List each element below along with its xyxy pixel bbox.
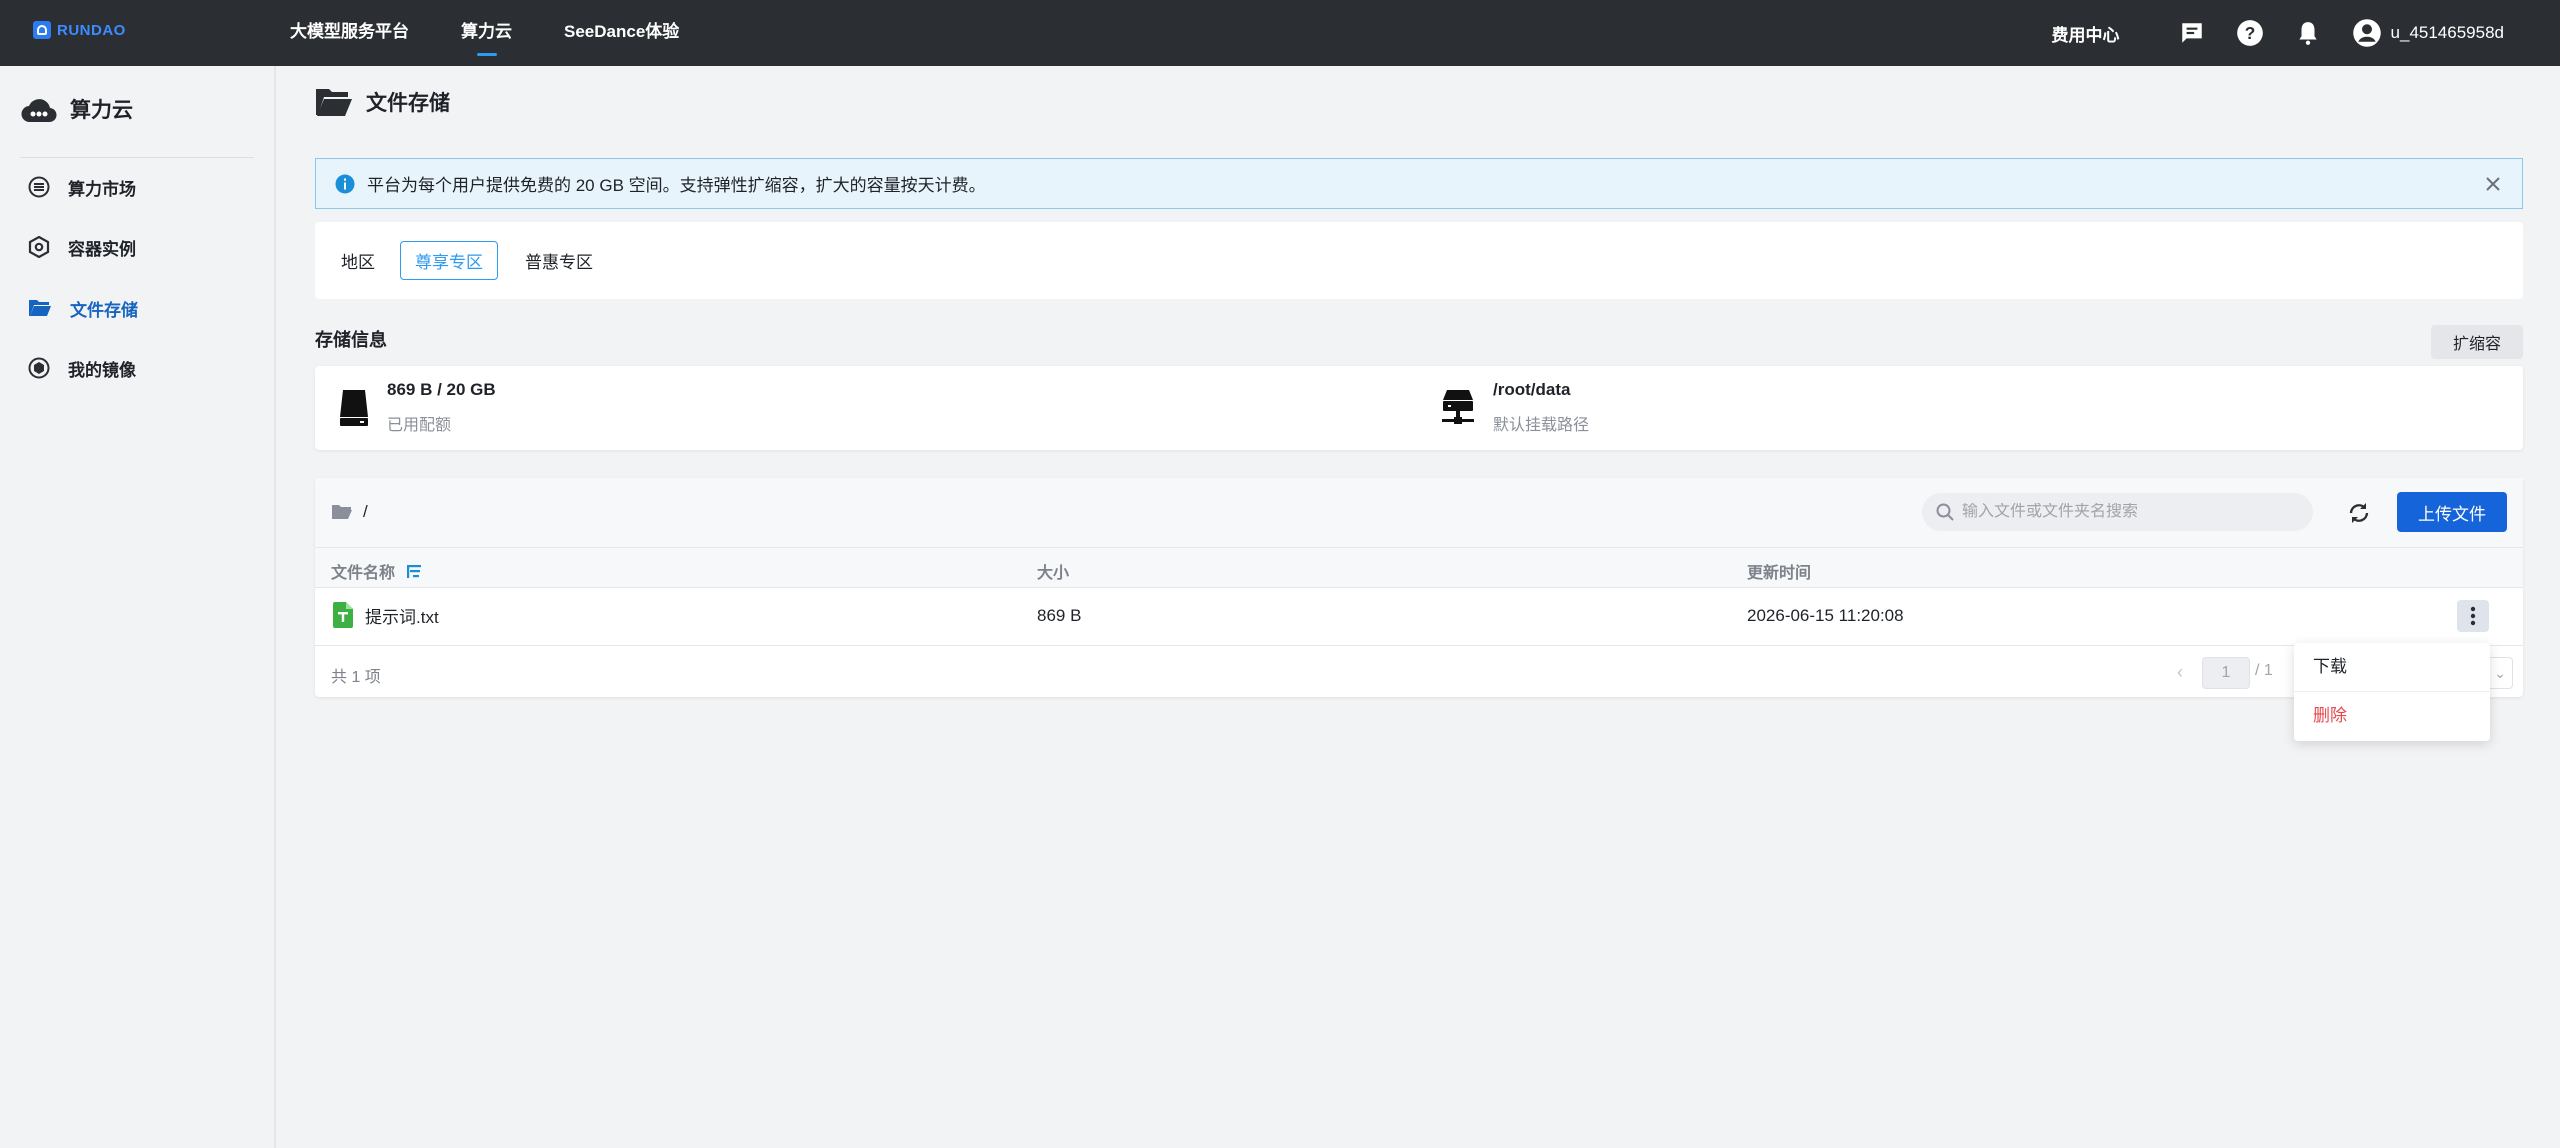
file-updated-cell: 2026-06-15 11:20:08 [1747, 606, 1904, 626]
breadcrumb[interactable]: / [331, 502, 368, 522]
storage-info-title: 存储信息 [315, 330, 387, 350]
file-toolbar: / 上传文件 [315, 478, 2523, 548]
top-navbar: RUNDAO 大模型服务平台 算力云 SeeDance体验 费用中心 ? u_4… [0, 0, 2560, 66]
info-notice: 平台为每个用户提供免费的 20 GB 空间。支持弹性扩缩容，扩大的容量按天计费。 [315, 158, 2523, 209]
expand-capacity-button[interactable]: 扩缩容 [2431, 325, 2523, 359]
quota-label: 已用配额 [387, 417, 452, 434]
folder-small-icon [332, 505, 352, 519]
main-nav: 大模型服务平台 算力云 SeeDance体验 [290, 0, 731, 66]
column-label: 更新时间 [1747, 565, 1812, 582]
close-icon[interactable] [2482, 173, 2504, 195]
user-menu[interactable]: u_451465958d [2352, 18, 2504, 48]
file-name-cell: 提示词.txt [333, 602, 439, 628]
nav-item-seedance[interactable]: SeeDance体验 [564, 0, 679, 66]
table-footer: 共 1 项 ‹ 1 / 1 ⌄ [315, 647, 2523, 697]
total-count: 共 1 项 [331, 669, 381, 686]
header-actions: 费用中心 ? u_451465958d [2052, 0, 2560, 66]
server-mount-icon [1442, 389, 1474, 424]
image-icon [28, 357, 50, 379]
page-total: / 1 [2255, 662, 2273, 679]
mount-block: /root/data 默认挂载路径 [1441, 380, 1589, 435]
region-option-premium[interactable]: 尊享专区 [400, 241, 498, 280]
nav-item-llm-platform[interactable]: 大模型服务平台 [290, 0, 409, 66]
refresh-icon[interactable] [2345, 499, 2373, 527]
sidebar-item-label: 算力市场 [68, 179, 136, 199]
cloud-icon [21, 99, 57, 123]
bell-icon[interactable] [2294, 19, 2322, 47]
region-selector: 地区 尊享专区 普惠专区 [315, 222, 2523, 299]
upload-file-button[interactable]: 上传文件 [2397, 492, 2507, 532]
logo-text: RUNDAO [57, 21, 126, 39]
file-updated-time: 2026-06-15 11:20:08 [1747, 606, 1904, 625]
nav-item-compute-cloud[interactable]: 算力云 [461, 0, 512, 66]
sidebar-item-container[interactable]: 容器实例 [28, 232, 136, 262]
file-size-cell: 869 B [1037, 606, 1081, 626]
file-context-menu: 下载 删除 [2294, 643, 2490, 741]
column-size-header: 大小 [1037, 559, 1069, 583]
search-icon [1936, 503, 1954, 521]
region-option-standard[interactable]: 普惠专区 [510, 241, 608, 280]
menu-item-download[interactable]: 下载 [2294, 643, 2490, 691]
search-input[interactable] [1962, 503, 2302, 521]
folder-open-icon [316, 89, 352, 116]
quota-value: 869 B / 20 GB [387, 380, 496, 399]
notice-text: 平台为每个用户提供免费的 20 GB 空间。支持弹性扩缩容，扩大的容量按天计费。 [367, 176, 986, 195]
brand-logo[interactable]: RUNDAO [33, 21, 126, 39]
page-header: 文件存储 [315, 86, 450, 118]
message-icon[interactable] [2178, 19, 2206, 47]
sort-icon[interactable] [405, 563, 423, 579]
more-actions-icon[interactable] [2457, 600, 2489, 632]
column-name-header[interactable]: 文件名称 [331, 559, 423, 583]
mount-path-label: 默认挂载路径 [1493, 417, 1590, 434]
sidebar-title: 算力云 [70, 99, 133, 122]
fee-center-link[interactable]: 费用中心 [2052, 21, 2120, 46]
chevron-left-icon[interactable]: ‹ [2177, 662, 2183, 683]
svg-text:?: ? [2244, 23, 2255, 43]
column-label: 文件名称 [331, 565, 396, 582]
sidebar-item-label: 容器实例 [68, 239, 136, 259]
text-file-icon [333, 602, 353, 628]
info-icon [335, 174, 355, 193]
breadcrumb-path: / [363, 502, 368, 521]
sidebar-item-label: 文件存储 [70, 300, 138, 320]
mount-path-value: /root/data [1493, 380, 1571, 399]
region-label: 地区 [341, 253, 375, 272]
help-icon[interactable]: ? [2236, 19, 2264, 47]
disk-icon [340, 389, 368, 426]
container-icon [28, 236, 50, 258]
file-name[interactable]: 提示词.txt [365, 603, 439, 628]
file-size: 869 B [1037, 606, 1082, 625]
quota-block: 869 B / 20 GB 已用配额 [339, 380, 496, 435]
user-avatar-icon [2352, 19, 2381, 47]
logo-icon [33, 21, 51, 39]
folder-icon [29, 300, 51, 316]
sidebar-item-my-images[interactable]: 我的镜像 [28, 353, 136, 383]
file-browser: / 上传文件 文件名称 大小 更新时间 [315, 478, 2523, 697]
page-title: 文件存储 [366, 92, 450, 115]
sidebar-item-market[interactable]: 算力市场 [28, 172, 136, 202]
sidebar-header: 算力云 [20, 94, 133, 124]
table-header: 文件名称 大小 更新时间 [315, 548, 2523, 588]
menu-item-delete[interactable]: 删除 [2294, 691, 2490, 739]
column-updated-header: 更新时间 [1747, 559, 1811, 583]
sidebar: 算力云 算力市场 容器实例 文件存储 我的镜像 [0, 66, 276, 1148]
sidebar-divider [20, 157, 254, 158]
file-search [1922, 493, 2313, 531]
sidebar-item-label: 我的镜像 [68, 360, 136, 380]
username: u_451465958d [2390, 23, 2504, 42]
table-row[interactable]: 提示词.txt 869 B 2026-06-15 11:20:08 [315, 588, 2523, 646]
sidebar-item-file-storage[interactable]: 文件存储 [28, 293, 138, 323]
market-icon [28, 176, 50, 198]
storage-info-card: 869 B / 20 GB 已用配额 /root/data 默认挂载路径 [315, 366, 2523, 450]
column-label: 大小 [1037, 565, 1070, 582]
page-number-input[interactable]: 1 [2202, 657, 2250, 689]
